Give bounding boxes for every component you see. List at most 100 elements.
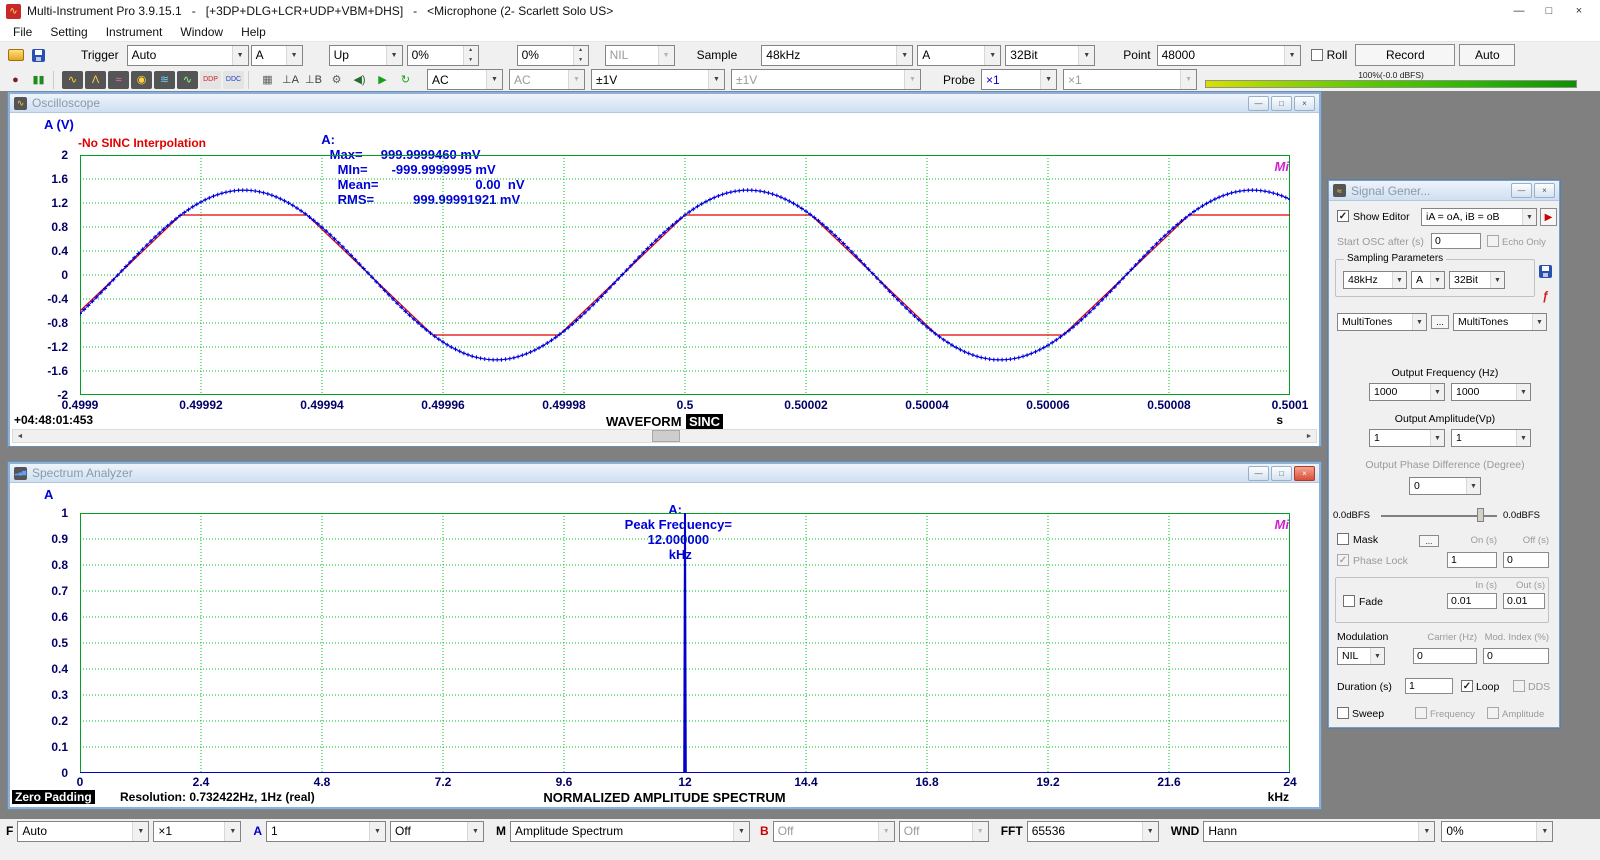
- dropdown-arrow-icon[interactable]: ▼: [1392, 272, 1406, 288]
- dropdown-arrow-icon[interactable]: ▼: [286, 46, 302, 65]
- sweep-checkbox[interactable]: [1337, 707, 1349, 719]
- play-icon[interactable]: ▶: [372, 71, 393, 89]
- b-gain-combo[interactable]: Off▼: [773, 821, 895, 842]
- dropdown-arrow-icon[interactable]: ▼: [1040, 70, 1056, 89]
- panel-layout-icon[interactable]: ▦: [257, 71, 278, 89]
- m-mode-combo[interactable]: Amplitude Spectrum▼: [510, 821, 750, 842]
- scroll-right-icon[interactable]: ►: [1302, 430, 1316, 442]
- range-a-combo[interactable]: ±1V▼: [591, 69, 725, 90]
- fade-in-input[interactable]: 0.01: [1447, 593, 1497, 609]
- trigger-level-spinner[interactable]: 0%▲▼: [407, 45, 479, 66]
- a-processing-combo[interactable]: Off▼: [390, 821, 484, 842]
- dropdown-arrow-icon[interactable]: ▼: [568, 70, 584, 89]
- speaker-icon[interactable]: ◀): [349, 71, 370, 89]
- spectrum-plot[interactable]: [80, 513, 1290, 773]
- spectrum-maximize-button[interactable]: □: [1271, 466, 1292, 481]
- menu-instrument[interactable]: Instrument: [97, 25, 172, 39]
- dropdown-arrow-icon[interactable]: ▼: [1412, 314, 1426, 330]
- data-logger-icon[interactable]: ∿: [177, 71, 198, 89]
- roll-checkbox[interactable]: [1311, 49, 1323, 61]
- probe-b-combo[interactable]: ×1▼: [1063, 69, 1197, 90]
- open-file-icon[interactable]: [8, 49, 24, 61]
- sweep-amplitude-checkbox[interactable]: [1487, 707, 1499, 719]
- spectrum-minimize-button[interactable]: —: [1248, 466, 1269, 481]
- trigger-edge-combo[interactable]: Up▼: [329, 45, 403, 66]
- overlap-combo[interactable]: 0%▼: [1441, 821, 1553, 842]
- spectrum-3d-plot-icon[interactable]: ≋: [154, 71, 175, 89]
- spin-up-icon[interactable]: ▲: [574, 46, 588, 56]
- b-processing-combo[interactable]: Off▼: [899, 821, 989, 842]
- dropdown-arrow-icon[interactable]: ▼: [1516, 430, 1530, 446]
- waveform-more-button[interactable]: ...: [1431, 315, 1449, 329]
- oscilloscope-minimize-button[interactable]: —: [1248, 96, 1269, 111]
- waveform-a-combo[interactable]: MultiTones▼: [1337, 313, 1427, 331]
- close-button[interactable]: ×: [1564, 1, 1594, 21]
- sampling-rate-combo[interactable]: 48kHz▼: [761, 45, 913, 66]
- record-button[interactable]: Record: [1355, 44, 1455, 66]
- oscilloscope-close-button[interactable]: ×: [1294, 96, 1315, 111]
- dropdown-arrow-icon[interactable]: ▼: [224, 822, 240, 841]
- start-osc-input[interactable]: 0: [1431, 233, 1481, 249]
- sg-sampling-rate-combo[interactable]: 48kHz▼: [1343, 271, 1407, 289]
- sampling-channels-combo[interactable]: A▼: [917, 45, 1001, 66]
- menu-window[interactable]: Window: [171, 25, 232, 39]
- multimeter-icon[interactable]: ◉: [131, 71, 152, 89]
- f-mult-combo[interactable]: ×1▼: [153, 821, 241, 842]
- signal-generator-icon[interactable]: ≈: [108, 71, 129, 89]
- ddp-viewer-icon[interactable]: DDP: [200, 71, 221, 89]
- routing-combo[interactable]: iA = oA, iB = oB▼: [1421, 208, 1537, 226]
- coupling-a-combo[interactable]: AC▼: [427, 69, 503, 90]
- ground-b-icon[interactable]: ⊥B: [303, 71, 324, 89]
- spin-down-icon[interactable]: ▼: [574, 55, 588, 65]
- dropdown-arrow-icon[interactable]: ▼: [132, 822, 148, 841]
- phase-lock-checkbox[interactable]: [1337, 554, 1349, 566]
- coupling-b-combo[interactable]: AC▼: [509, 69, 585, 90]
- dropdown-arrow-icon[interactable]: ▼: [467, 822, 483, 841]
- trigger-mode-combo[interactable]: Auto▼: [127, 45, 249, 66]
- dropdown-arrow-icon[interactable]: ▼: [1430, 384, 1444, 400]
- sampling-bits-combo[interactable]: 32Bit▼: [1005, 45, 1095, 66]
- processing-icon[interactable]: ƒ: [1542, 289, 1549, 303]
- phase-lock-off-input[interactable]: 0: [1503, 552, 1549, 568]
- dropdown-arrow-icon[interactable]: ▼: [1536, 822, 1552, 841]
- dropdown-arrow-icon[interactable]: ▼: [984, 46, 1000, 65]
- record-dot-icon[interactable]: ●: [5, 71, 26, 89]
- loop-checkbox[interactable]: [1461, 680, 1473, 692]
- spin-up-icon[interactable]: ▲: [464, 46, 478, 56]
- trigger-delay-spinner[interactable]: 0%▲▼: [517, 45, 589, 66]
- dropdown-arrow-icon[interactable]: ▼: [1532, 314, 1546, 330]
- minimize-button[interactable]: —: [1504, 1, 1534, 21]
- dropdown-arrow-icon[interactable]: ▼: [369, 822, 385, 841]
- oscilloscope-titlebar[interactable]: ∿ Oscilloscope — □ ×: [10, 94, 1319, 113]
- dropdown-arrow-icon[interactable]: ▼: [1522, 209, 1536, 225]
- mask-more-button[interactable]: ...: [1419, 535, 1439, 547]
- spectrum-analyzer-icon[interactable]: Λ: [85, 71, 106, 89]
- dbfs-slider-handle[interactable]: [1477, 508, 1484, 522]
- scroll-left-icon[interactable]: ◄: [13, 430, 27, 442]
- sinc-badge[interactable]: SINC: [686, 414, 723, 429]
- signal-generator-close-button[interactable]: ×: [1534, 183, 1555, 198]
- refresh-icon[interactable]: ↻: [395, 71, 416, 89]
- oscilloscope-plot[interactable]: [80, 155, 1290, 395]
- dropdown-arrow-icon[interactable]: ▼: [972, 822, 988, 841]
- auto-button[interactable]: Auto: [1459, 44, 1515, 66]
- carrier-input[interactable]: 0: [1413, 648, 1477, 664]
- dropdown-arrow-icon[interactable]: ▼: [658, 46, 674, 65]
- fade-out-input[interactable]: 0.01: [1503, 593, 1545, 609]
- scroll-thumb[interactable]: [652, 430, 680, 442]
- dropdown-arrow-icon[interactable]: ▼: [1078, 46, 1094, 65]
- dropdown-arrow-icon[interactable]: ▼: [386, 46, 402, 65]
- dropdown-arrow-icon[interactable]: ▼: [1284, 46, 1300, 65]
- dropdown-arrow-icon[interactable]: ▼: [878, 822, 894, 841]
- dropdown-arrow-icon[interactable]: ▼: [1180, 70, 1196, 89]
- dropdown-arrow-icon[interactable]: ▼: [896, 46, 912, 65]
- menu-file[interactable]: File: [4, 25, 41, 39]
- dds-checkbox[interactable]: [1513, 680, 1525, 692]
- dropdown-arrow-icon[interactable]: ▼: [904, 70, 920, 89]
- record-length-combo[interactable]: 48000▼: [1157, 45, 1301, 66]
- dropdown-arrow-icon[interactable]: ▼: [1142, 822, 1158, 841]
- dropdown-arrow-icon[interactable]: ▼: [1490, 272, 1504, 288]
- dropdown-arrow-icon[interactable]: ▼: [232, 46, 248, 65]
- pause-icon[interactable]: ▮▮: [28, 71, 49, 89]
- dropdown-arrow-icon[interactable]: ▼: [733, 822, 749, 841]
